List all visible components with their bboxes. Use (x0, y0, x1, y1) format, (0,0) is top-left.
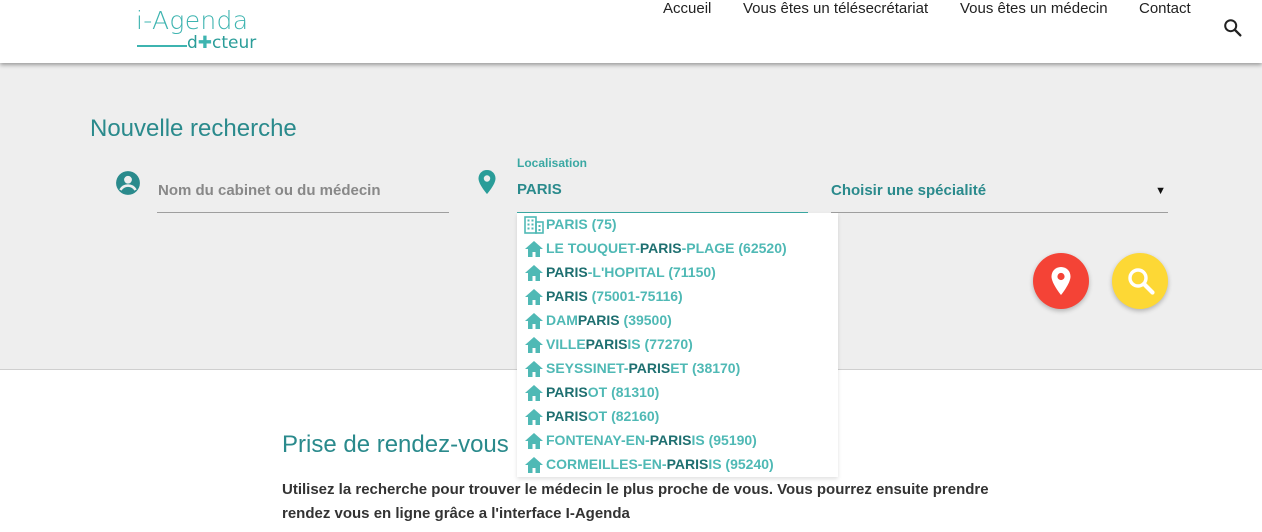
suggestion-item[interactable]: PARIS (75) (517, 213, 838, 237)
location-label: Localisation (517, 156, 588, 170)
logo[interactable]: i-Agenda d✚cteur (136, 6, 266, 56)
site-header: i-Agenda d✚cteur Accueil Vous êtes un té… (0, 0, 1262, 63)
nav-medecin[interactable]: Vous êtes un médecin (960, 0, 1108, 17)
location-value: PARIS (517, 181, 562, 198)
suggestion-label: SEYSSINET-PARISET (38170) (546, 360, 741, 376)
suggestion-label: LE TOUQUET-PARIS-PLAGE (62520) (546, 240, 787, 256)
suggestion-label: DAMPARIS (39500) (546, 312, 672, 328)
home-icon (524, 240, 544, 258)
suggestion-item[interactable]: DAMPARIS (39500) (517, 309, 838, 333)
specialty-select[interactable]: Choisir une spécialité ▼ (831, 170, 1168, 213)
suggestion-label: CORMEILLES-EN-PARISIS (95240) (546, 456, 774, 472)
header-search-icon[interactable] (1222, 17, 1244, 39)
logo-underline (137, 45, 187, 47)
logo-plus-icon: ✚ (197, 33, 213, 53)
nav-telesecretariat[interactable]: Vous êtes un télésecrétariat (743, 0, 928, 17)
search-title: Nouvelle recherche (90, 115, 297, 142)
home-icon (524, 264, 544, 282)
suggestion-label: PARIS (75001-75116) (546, 288, 683, 304)
home-icon (524, 360, 544, 378)
specialty-select-value: Choisir une spécialité (831, 182, 987, 199)
suggestion-item[interactable]: PARIS-L'HOPITAL (71150) (517, 261, 838, 285)
suggestion-item[interactable]: FONTENAY-EN-PARISIS (95190) (517, 429, 838, 453)
search-submit-button[interactable] (1112, 253, 1168, 309)
home-icon (524, 408, 544, 426)
suggestion-label: PARIS (75) (546, 216, 617, 232)
location-pin-icon (476, 169, 498, 195)
suggestion-item[interactable]: CORMEILLES-EN-PARISIS (95240) (517, 453, 838, 477)
nav-accueil[interactable]: Accueil (663, 0, 711, 17)
home-icon (524, 456, 544, 474)
building-icon (524, 216, 544, 234)
suggestion-item[interactable]: SEYSSINET-PARISET (38170) (517, 357, 838, 381)
map-pin-icon (1050, 266, 1072, 301)
chevron-down-icon: ▼ (1155, 185, 1166, 197)
suggestion-item[interactable]: PARIS (75001-75116) (517, 285, 838, 309)
suggestion-label: FONTENAY-EN-PARISIS (95190) (546, 432, 757, 448)
search-icon (1126, 266, 1156, 301)
suggestion-item[interactable]: PARISOT (82160) (517, 405, 838, 429)
home-icon (524, 336, 544, 354)
suggestion-item[interactable]: LE TOUQUET-PARIS-PLAGE (62520) (517, 237, 838, 261)
doctor-input-underline (157, 212, 449, 213)
content-text: Utilisez la recherche pour trouver le mé… (282, 481, 989, 522)
nav-contact[interactable]: Contact (1139, 0, 1191, 17)
logo-top-text: i-Agenda (136, 6, 249, 35)
home-icon (524, 384, 544, 402)
map-search-button[interactable] (1033, 253, 1089, 309)
location-input[interactable]: Localisation PARIS (517, 153, 808, 214)
suggestion-label: PARISOT (82160) (546, 408, 660, 424)
suggestion-label: VILLEPARISIS (77270) (546, 336, 693, 352)
doctor-search-input[interactable]: Nom du cabinet ou du médecin (157, 170, 449, 213)
suggestion-label: PARISOT (81310) (546, 384, 660, 400)
specialty-underline (831, 212, 1168, 213)
location-suggestions: PARIS (75) LE TOUQUET-PARIS-PLAGE (62520)… (517, 213, 838, 477)
home-icon (524, 312, 544, 330)
content-title: Prise de rendez-vous (282, 431, 509, 458)
home-icon (524, 288, 544, 306)
suggestion-label: PARIS-L'HOPITAL (71150) (546, 264, 716, 280)
logo-bottom-text: d✚cteur (187, 33, 257, 53)
doctor-search-placeholder: Nom du cabinet ou du médecin (158, 182, 381, 199)
suggestion-item[interactable]: PARISOT (81310) (517, 381, 838, 405)
home-icon (524, 432, 544, 450)
suggestion-item[interactable]: VILLEPARISIS (77270) (517, 333, 838, 357)
account-circle-icon (115, 170, 141, 196)
